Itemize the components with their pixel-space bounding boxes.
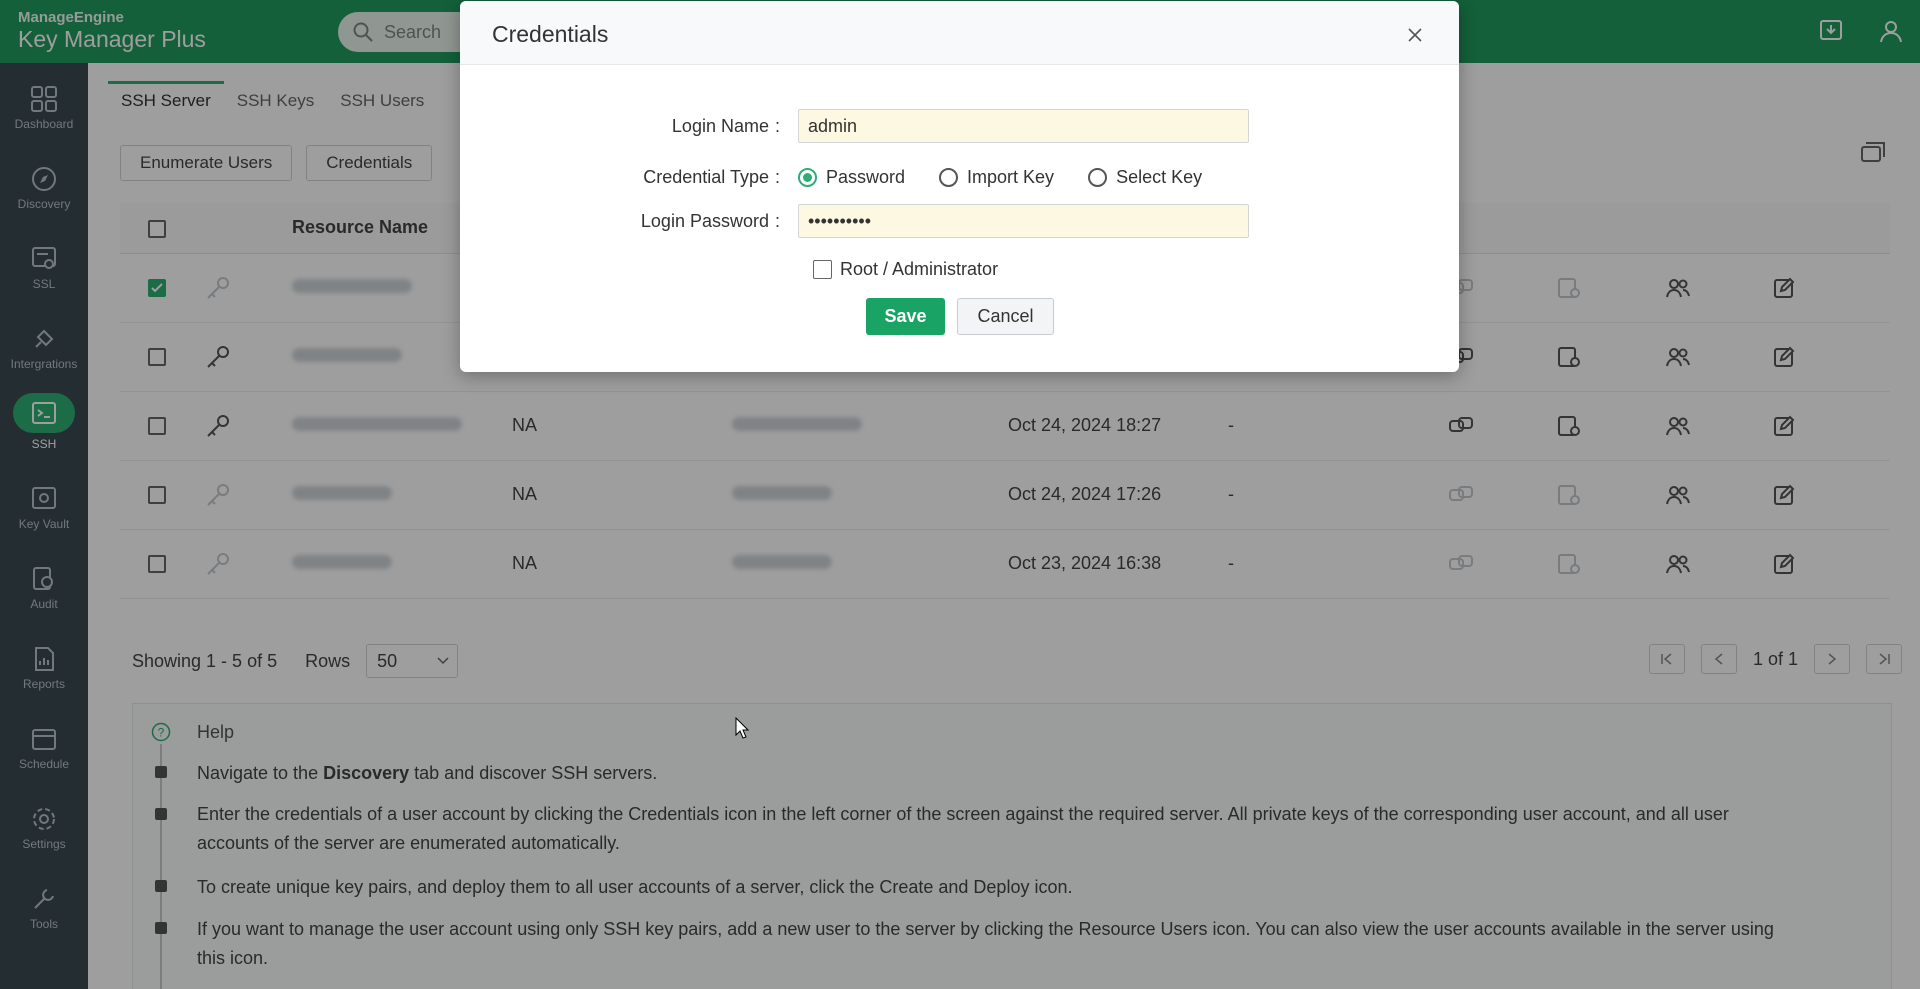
dialog-title: Credentials — [492, 21, 609, 47]
radio-button[interactable] — [1088, 168, 1108, 187]
save-button[interactable]: Save — [866, 298, 945, 335]
radio-label: Import Key — [967, 167, 1055, 187]
dialog-header: Credentials — [460, 1, 1459, 65]
close-icon[interactable] — [1407, 27, 1423, 43]
login-name-input[interactable]: admin — [798, 109, 1249, 143]
root-admin-row: Root / Administrator — [813, 259, 998, 280]
radio-select-key[interactable]: Select Key — [1088, 167, 1202, 188]
credential-type-row: Credential Type: Password Import Key Sel… — [643, 167, 1203, 188]
radio-label: Select Key — [1116, 167, 1203, 187]
login-password-row: Login Password: •••••••••• — [460, 204, 1249, 238]
radio-button[interactable] — [798, 168, 817, 187]
radio-label: Password — [826, 167, 906, 187]
login-name-row: Login Name: admin — [460, 109, 1249, 143]
credential-type-label: Credential Type — [643, 167, 769, 187]
radio-password[interactable]: Password — [798, 167, 905, 188]
login-password-label: Login Password — [640, 210, 769, 231]
credentials-dialog: Credentials Login Name: admin Credential… — [460, 1, 1459, 372]
radio-button[interactable] — [939, 168, 959, 187]
login-name-label: Login Name — [671, 115, 769, 136]
root-admin-label: Root / Administrator — [840, 259, 999, 279]
login-password-input[interactable]: •••••••••• — [798, 204, 1249, 238]
cancel-button[interactable]: Cancel — [957, 298, 1054, 335]
radio-import-key[interactable]: Import Key — [939, 167, 1054, 188]
root-admin-checkbox[interactable] — [813, 260, 832, 279]
mouse-cursor-icon — [735, 717, 749, 739]
